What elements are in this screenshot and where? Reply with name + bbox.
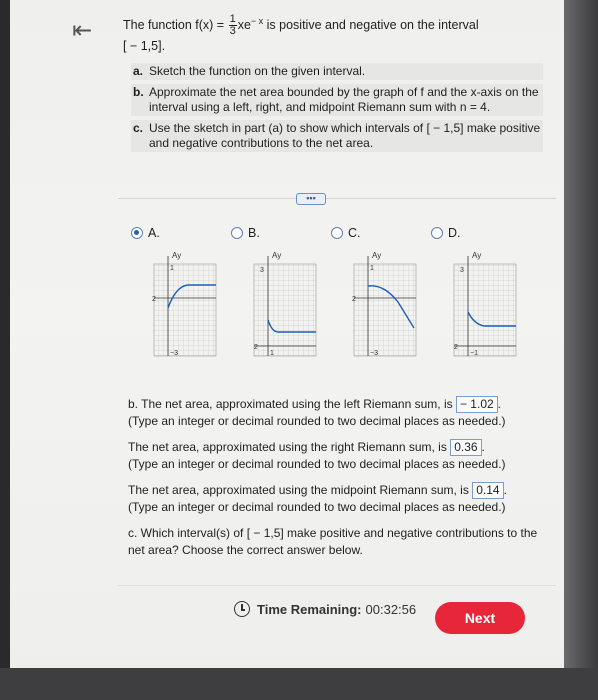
timer: Time Remaining: 00:32:56: [234, 601, 416, 617]
next-button[interactable]: Next: [435, 602, 525, 634]
part-text: Use the sketch in part (a) to show which…: [149, 121, 541, 151]
radio-icon[interactable]: [431, 227, 443, 239]
right-sum-hint: (Type an integer or decimal rounded to t…: [128, 457, 506, 471]
tick-label: 3: [460, 267, 464, 274]
tick-label: 1: [270, 350, 274, 357]
option-label: B.: [248, 226, 260, 240]
option-label: D.: [448, 226, 461, 240]
fraction: 1 3: [228, 14, 237, 38]
tick-label: 2: [454, 344, 458, 351]
midpoint-sum-input[interactable]: 0.14: [472, 482, 504, 499]
right-sum-answer: The net area, approximated using the rig…: [128, 439, 506, 471]
question-panel: The function f(x) = 1 3 xe− x is positiv…: [123, 12, 543, 156]
answers-section: b. The net area, approximated using the …: [128, 396, 538, 568]
right-bezel: [564, 0, 598, 700]
right-sum-input[interactable]: 0.36: [450, 439, 482, 456]
option-d[interactable]: D.: [431, 226, 461, 240]
y-axis-label: Ay: [372, 251, 381, 260]
y-axis-label: Ay: [272, 251, 281, 260]
part-c-question: c. Which interval(s) of [ − 1,5] make po…: [128, 526, 538, 557]
left-bezel: [0, 0, 10, 700]
timer-label: Time Remaining:: [257, 601, 362, 617]
tick-label: −1: [470, 350, 478, 357]
left-sum-hint: (Type an integer or decimal rounded to t…: [128, 414, 506, 428]
clock-icon: [234, 601, 250, 617]
fraction-denominator: 3: [229, 25, 236, 38]
divider: [118, 198, 556, 199]
part-label: b.: [133, 85, 144, 100]
tick-label: 2: [152, 296, 156, 303]
question-lead-tail: is positive and negative on the interval: [266, 18, 479, 33]
divider: [118, 585, 556, 586]
expression-exponent: − x: [250, 16, 264, 26]
left-sum-input[interactable]: − 1.02: [455, 396, 498, 413]
part-text: Approximate the net area bounded by the …: [149, 85, 539, 115]
y-axis-label: Ay: [472, 251, 481, 260]
midpoint-sum-prompt: The net area, approximated using the mid…: [128, 483, 469, 497]
left-sum-prompt: b. The net area, approximated using the …: [128, 397, 453, 411]
bottom-bezel: [0, 668, 598, 700]
graph-d[interactable]: Ay 3 2 −1: [448, 250, 518, 360]
question-intro: The function f(x) = 1 3 xe− x is positiv…: [123, 12, 543, 55]
tick-label: −3: [170, 350, 178, 357]
more-button[interactable]: •••: [296, 193, 326, 205]
tick-label: 3: [260, 267, 264, 274]
midpoint-sum-answer: The net area, approximated using the mid…: [128, 482, 507, 514]
radio-icon[interactable]: [331, 227, 343, 239]
part-label: c.: [133, 121, 144, 136]
option-label: C.: [348, 226, 361, 240]
tick-label: 1: [370, 265, 374, 272]
option-c[interactable]: C.: [331, 226, 361, 240]
graph-b[interactable]: Ay 3 2 1: [248, 250, 318, 360]
timer-value: 00:32:56: [365, 601, 417, 617]
back-to-start-icon[interactable]: ⇤: [72, 16, 92, 44]
option-a[interactable]: A.: [131, 226, 160, 240]
graph-c[interactable]: Ay 1 2 −3: [348, 250, 418, 360]
option-b[interactable]: B.: [231, 226, 260, 240]
tick-label: −3: [370, 350, 378, 357]
question-lead: The function f(x) =: [123, 18, 225, 33]
part-text: Sketch the function on the given interva…: [149, 64, 366, 79]
midpoint-sum-hint: (Type an integer or decimal rounded to t…: [128, 500, 506, 514]
question-interval: [ − 1,5].: [123, 39, 166, 54]
tick-label: 1: [170, 265, 174, 272]
tick-label: 2: [352, 296, 356, 303]
part-a: a. Sketch the function on the given inte…: [131, 63, 543, 81]
option-label: A.: [148, 226, 160, 240]
radio-icon[interactable]: [231, 227, 243, 239]
left-sum-answer: b. The net area, approximated using the …: [128, 396, 506, 428]
y-axis-label: Ay: [172, 251, 181, 260]
tick-label: 2: [254, 344, 258, 351]
graph-a[interactable]: Ay 1 2 −3: [148, 250, 218, 360]
part-c: c. Use the sketch in part (a) to show wh…: [131, 120, 543, 153]
part-b: b. Approximate the net area bounded by t…: [131, 84, 543, 117]
expression-base: xe: [237, 18, 251, 33]
right-sum-prompt: The net area, approximated using the rig…: [128, 440, 447, 454]
radio-selected-icon[interactable]: [131, 227, 143, 239]
part-label: a.: [133, 64, 144, 79]
question-parts: a. Sketch the function on the given inte…: [131, 63, 543, 153]
